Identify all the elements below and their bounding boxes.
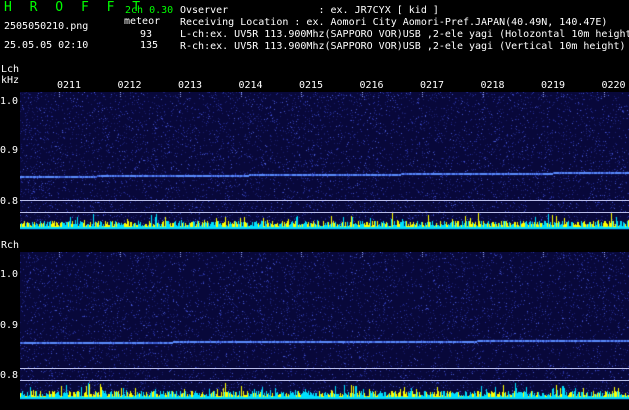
lch-count: 93	[140, 29, 153, 40]
time-label-0214: 0214	[238, 80, 263, 91]
time-label-0211: 0211	[57, 80, 82, 91]
datetime: 25.05.05 02:10	[4, 40, 89, 51]
lch-label: Lch	[1, 64, 20, 75]
lch-ytick-0.8: 0.8	[0, 196, 19, 207]
rch-spectrogram	[20, 252, 629, 400]
location-line: Receiving Location : ex. Aomori City Aom…	[180, 17, 608, 28]
app-title: H R O F F T	[4, 0, 146, 15]
mode-label: 2ch 0.30	[125, 5, 174, 16]
rch-ytick-0.9: 0.9	[0, 320, 19, 331]
rch-count: 135	[140, 40, 159, 51]
unit-label: kHz	[1, 75, 20, 86]
lch-spectrogram	[20, 92, 629, 230]
time-label-0217: 0217	[420, 80, 445, 91]
time-label-0220: 0220	[601, 80, 626, 91]
time-label-0215: 0215	[299, 80, 324, 91]
rch-ytick-1.0: 1.0	[0, 269, 19, 280]
event-label: meteor	[124, 16, 161, 27]
time-label-0212: 0212	[117, 80, 142, 91]
lch-ytick-0.9: 0.9	[0, 145, 19, 156]
lch-ytick-1.0: 1.0	[0, 96, 19, 107]
rch-reference-line-lower	[20, 380, 629, 381]
lch-spectrogram-canvas	[20, 92, 629, 230]
time-label-0213: 0213	[178, 80, 203, 91]
rch-ytick-0.8: 0.8	[0, 370, 19, 381]
rch-label: Rch	[1, 240, 20, 251]
lch-reference-line-upper	[20, 200, 629, 201]
rch-info-line: R-ch:ex. UV5R 113.900Mhz(SAPPORO VOR)USB…	[180, 41, 626, 52]
lch-reference-line-lower	[20, 212, 629, 213]
rch-spectrogram-canvas	[20, 252, 629, 400]
lch-info-line: L-ch:ex. UV5R 113.900Mhz(SAPPORO VOR)USB…	[180, 29, 629, 40]
time-label-0216: 0216	[359, 80, 384, 91]
time-label-0219: 0219	[541, 80, 566, 91]
rch-reference-line-upper	[20, 368, 629, 369]
filename: 2505050210.png	[4, 21, 89, 32]
time-label-0218: 0218	[480, 80, 505, 91]
observer-line: Ovserver : ex. JR7CYX [ kid ]	[180, 5, 439, 16]
